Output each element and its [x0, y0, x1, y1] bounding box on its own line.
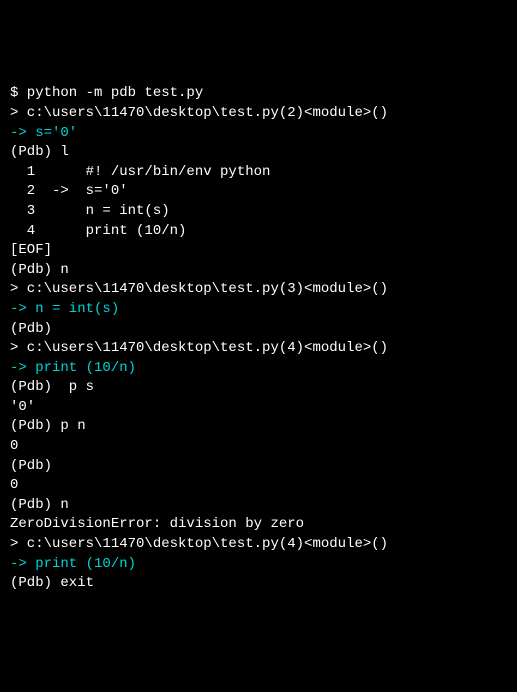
- terminal-line: [EOF]: [10, 241, 507, 261]
- terminal-line: -> print (10/n): [10, 555, 507, 575]
- terminal-line: (Pdb) n: [10, 261, 507, 281]
- terminal-line: 3 n = int(s): [10, 202, 507, 222]
- terminal-line: (Pdb): [10, 457, 507, 477]
- terminal-line: (Pdb): [10, 320, 507, 340]
- terminal-line: 0: [10, 476, 507, 496]
- terminal-line: > c:\users\11470\desktop\test.py(4)<modu…: [10, 535, 507, 555]
- terminal-line: > c:\users\11470\desktop\test.py(3)<modu…: [10, 280, 507, 300]
- terminal-line: 2 -> s='0': [10, 182, 507, 202]
- terminal-line: (Pdb) l: [10, 143, 507, 163]
- terminal-line: 4 print (10/n): [10, 222, 507, 242]
- terminal-line: ZeroDivisionError: division by zero: [10, 515, 507, 535]
- terminal-line: (Pdb) p n: [10, 417, 507, 437]
- terminal-line: 1 #! /usr/bin/env python: [10, 163, 507, 183]
- terminal-line: -> print (10/n): [10, 359, 507, 379]
- terminal-output[interactable]: $ python -m pdb test.py> c:\users\11470\…: [10, 84, 507, 593]
- terminal-line: (Pdb) n: [10, 496, 507, 516]
- terminal-line: 0: [10, 437, 507, 457]
- terminal-line: (Pdb) p s: [10, 378, 507, 398]
- terminal-line: > c:\users\11470\desktop\test.py(4)<modu…: [10, 339, 507, 359]
- terminal-line: $ python -m pdb test.py: [10, 84, 507, 104]
- terminal-line: > c:\users\11470\desktop\test.py(2)<modu…: [10, 104, 507, 124]
- terminal-line: (Pdb) exit: [10, 574, 507, 594]
- terminal-line: '0': [10, 398, 507, 418]
- terminal-line: -> s='0': [10, 124, 507, 144]
- terminal-line: -> n = int(s): [10, 300, 507, 320]
